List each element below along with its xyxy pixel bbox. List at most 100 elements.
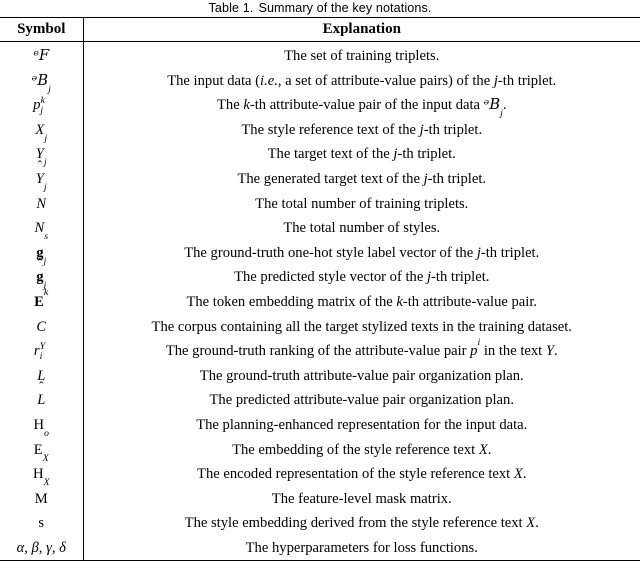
subscript-j: j — [44, 132, 48, 144]
ie-italic: i.e. — [260, 72, 278, 89]
subscript-o: o — [44, 427, 49, 439]
symbol-cell: α, β, γ, δ — [0, 535, 84, 561]
explanation-text: . — [502, 97, 507, 114]
sub-sup-stack: kj — [40, 95, 49, 116]
explanation-cell: The ground-truth attribute-value pair or… — [83, 364, 640, 389]
explanation-cell: The corpus containing all the target sty… — [83, 315, 640, 340]
subscript-j: j — [43, 157, 47, 169]
column-header-symbol: Symbol — [0, 17, 84, 42]
symbol-cell: ᵉF — [0, 44, 84, 69]
explanation-text: The target text of the — [267, 146, 394, 163]
symbol-cell: s — [0, 511, 84, 536]
symbol-Y-hat: Y — [36, 167, 44, 192]
table-row: N The total number of training triplets. — [0, 191, 640, 217]
explanation-cell: The total number of styles. — [83, 216, 640, 241]
table-row: HX The encoded representation of the sty… — [0, 462, 640, 489]
table-row: gj The predicted style vector of the j-t… — [0, 265, 640, 291]
subscript-j: j — [48, 83, 51, 95]
explanation-cell: The planning-enhanced representation for… — [83, 413, 640, 438]
explanation-cell: The k-th attribute-value pair of the inp… — [83, 93, 640, 119]
explanation-text: The token embedding matrix of the — [186, 293, 397, 310]
table-row: L The ground-truth attribute-value pair … — [0, 363, 640, 389]
explanation-cell: The style embedding derived from the sty… — [83, 511, 640, 536]
table-row: M The feature-level mask matrix. — [0, 486, 640, 512]
explanation-text: , a set of attribute-value pairs) of the — [277, 72, 494, 89]
symbol-cell: Ns — [0, 216, 84, 243]
explanation-cell: The input data (i.e., a set of attribute… — [83, 69, 640, 94]
table-row: Yj The target text of the j-th triplet. — [0, 142, 640, 169]
explanation-cell: The predicted attribute-value pair organ… — [83, 388, 640, 413]
symbol-cell: N — [0, 191, 84, 217]
explanation-text: -th attribute-value pair of the input da… — [249, 97, 484, 114]
subscript-j: j — [40, 104, 44, 116]
notations-table: Symbol Explanation ᵉF The set of trainin… — [0, 17, 640, 561]
symbol-cell: Yj — [0, 166, 84, 193]
var-Y: Y — [545, 343, 555, 360]
explanation-text: The ground-truth attribute-value pair or… — [199, 367, 524, 384]
table-page: Table 1. Summary of the key notations. Sy… — [0, 0, 640, 561]
table-row: s The style embedding derived from the s… — [0, 511, 640, 536]
symbol-script-P: ᵊB — [31, 71, 49, 89]
explanation-cell: The style reference text of the j-th tri… — [83, 118, 640, 143]
explanation-text: -th triplet. — [397, 146, 456, 163]
explanation-cell: The feature-level mask matrix. — [83, 487, 640, 512]
explanation-text: . — [535, 515, 539, 532]
superscript-k: k — [43, 287, 49, 299]
explanation-text: . — [554, 343, 558, 360]
table-row: pkj The k-th attribute-value pair of the… — [0, 93, 640, 119]
symbol-H: H — [32, 466, 44, 483]
sub-sup-stack: Yi — [40, 341, 49, 362]
subscript-X: X — [42, 452, 49, 464]
explanation-text: The predicted attribute-value pair organ… — [209, 392, 514, 409]
explanation-text: -th triplet. — [431, 269, 490, 286]
symbol-N: N — [34, 220, 45, 237]
explanation-text: -th triplet. — [497, 72, 557, 89]
inline-script-P: ᵊB — [483, 96, 501, 114]
table-head: Symbol Explanation — [0, 17, 640, 42]
explanation-text: The set of training triplets. — [284, 48, 440, 64]
explanation-cell: The total number of training triplets. — [83, 192, 640, 217]
column-header-explanation: Explanation — [83, 17, 640, 42]
explanation-cell: The target text of the j-th triplet. — [83, 142, 640, 167]
table-row: EX The embedding of the style reference … — [0, 437, 640, 464]
symbol-cell: M — [0, 486, 84, 512]
table-row: Ns The total number of styles. — [0, 216, 640, 243]
table-row: Xj The style reference text of the j-th … — [0, 117, 640, 144]
table-row: rYi The ground-truth ranking of the attr… — [0, 336, 640, 364]
explanation-text: The generated target text of the — [237, 170, 424, 187]
explanation-text: . — [522, 466, 527, 483]
table-row: α, β, γ, δ The hyperparameters for loss … — [0, 535, 640, 561]
subscript-s: s — [44, 231, 49, 243]
explanation-text: The total number of training triplets. — [255, 195, 469, 212]
superscript-i: i — [477, 336, 481, 348]
subscript-i: i — [39, 350, 43, 362]
table-row: ᵊBj The input data (i.e., a set of attri… — [0, 68, 640, 95]
symbol-cell: HX — [0, 462, 84, 489]
explanation-cell: The ground-truth one-hot style label vec… — [83, 241, 640, 266]
explanation-text: . — [487, 441, 492, 458]
caption-text: Summary of the key notations. — [258, 1, 432, 15]
table-row: C The corpus containing all the target s… — [0, 314, 640, 340]
var-X: X — [513, 466, 523, 483]
explanation-cell: The generated target text of the j-th tr… — [83, 167, 640, 192]
subscript-X: X — [43, 477, 50, 489]
explanation-cell: The token embedding matrix of the k-th a… — [83, 290, 640, 315]
explanation-text: The — [217, 97, 244, 114]
symbol-cell: rYi — [0, 339, 84, 364]
explanation-cell: The embedding of the style reference tex… — [83, 438, 640, 463]
table-row: ᵉF The set of training triplets. — [0, 44, 640, 69]
explanation-cell: The encoded representation of the style … — [83, 462, 640, 487]
symbol-script-D: ᵉF — [33, 47, 50, 64]
symbol-cell: pkj — [0, 93, 84, 118]
var-X: X — [526, 515, 536, 532]
table-row: Ek The token embedding matrix of the k-t… — [0, 287, 640, 315]
explanation-text: The encoded representation of the style … — [197, 466, 514, 483]
explanation-cell: The ground-truth ranking of the attribut… — [83, 336, 640, 364]
explanation-text: The hyperparameters for loss functions. — [245, 539, 478, 556]
explanation-cell: The predicted style vector of the j-th t… — [83, 265, 640, 290]
header-row: Symbol Explanation — [0, 17, 640, 42]
explanation-text: The ground-truth one-hot style label vec… — [184, 244, 477, 261]
symbol-cell: gj — [0, 265, 84, 291]
symbol-cell: Ho — [0, 412, 84, 439]
symbol-M: M — [34, 490, 48, 507]
